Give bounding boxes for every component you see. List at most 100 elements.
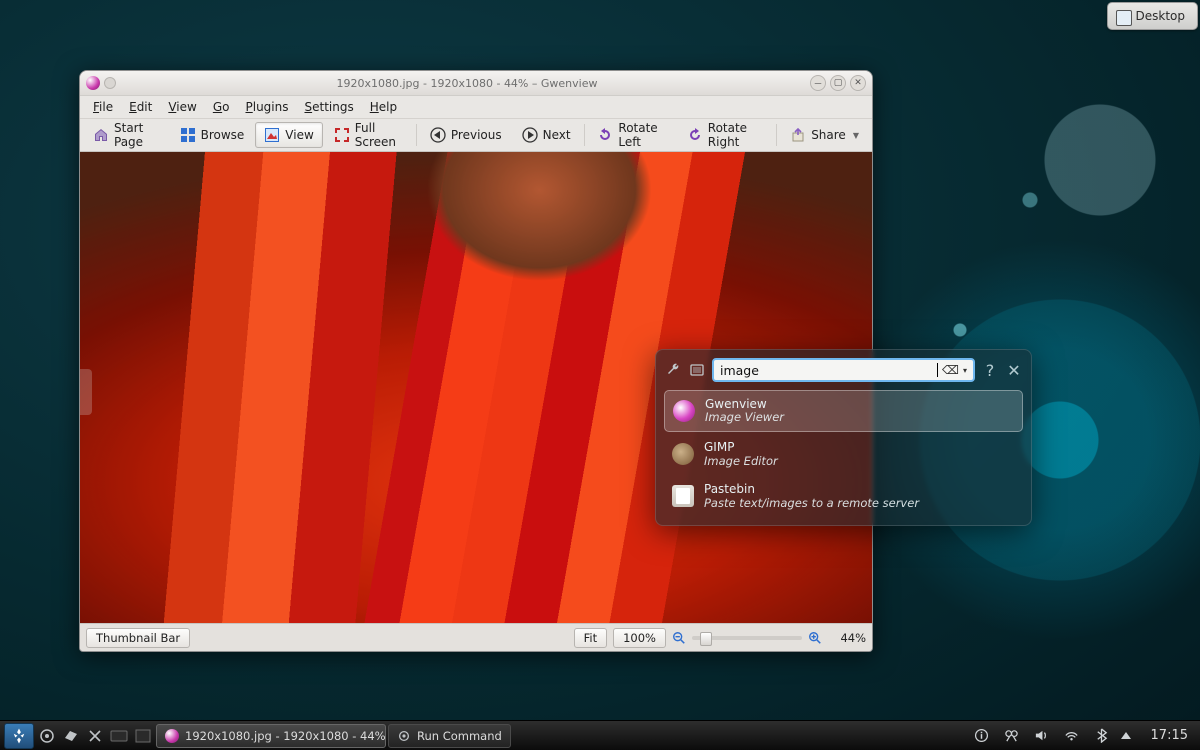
thumbnail-bar-label: Thumbnail Bar xyxy=(96,631,180,645)
krunner-results: Gwenview Image Viewer GIMP Image Editor … xyxy=(664,390,1023,517)
view-button[interactable]: View xyxy=(255,122,322,148)
image-icon xyxy=(264,127,280,143)
menu-bar: File Edit View Go Plugins Settings Help xyxy=(80,96,872,119)
krunner-result-gimp[interactable]: GIMP Image Editor xyxy=(664,434,1023,474)
maximize-button[interactable]: ▢ xyxy=(830,75,846,91)
rotate-left-icon xyxy=(597,127,613,143)
task-gwenview[interactable]: 1920x1080.jpg - 1920x1080 - 44% – G... xyxy=(156,724,386,748)
start-page-label: Start Page xyxy=(114,121,160,149)
task-run-command[interactable]: Run Command xyxy=(388,724,511,748)
result-name: GIMP xyxy=(704,440,778,454)
kde-logo-icon xyxy=(10,727,28,745)
network-icon[interactable] xyxy=(1061,725,1083,747)
menu-go[interactable]: Go xyxy=(206,98,237,116)
previous-label: Previous xyxy=(451,128,502,142)
minimize-button[interactable]: － xyxy=(810,75,826,91)
zoom-in-icon[interactable] xyxy=(808,631,822,645)
next-label: Next xyxy=(543,128,571,142)
desktop-toolbox-button[interactable]: Desktop xyxy=(1107,2,1199,30)
share-label: Share xyxy=(811,128,846,142)
hundred-percent-button[interactable]: 100% xyxy=(613,628,666,648)
previous-icon xyxy=(430,127,446,143)
rotate-right-button[interactable]: Rotate Right xyxy=(678,122,773,148)
fullscreen-button[interactable]: Full Screen xyxy=(325,122,412,148)
pastebin-icon xyxy=(672,485,694,507)
menu-edit[interactable]: Edit xyxy=(122,98,159,116)
krunner-query-text: image xyxy=(720,363,936,378)
gimp-icon xyxy=(672,443,694,465)
taskbar: 1920x1080.jpg - 1920x1080 - 44% – G... R… xyxy=(0,720,1200,750)
rotate-right-label: Rotate Right xyxy=(708,121,764,149)
result-name: Gwenview xyxy=(705,397,784,411)
rotate-left-label: Rotate Left xyxy=(618,121,666,149)
zoom-slider[interactable] xyxy=(692,636,802,640)
krunner-dialog: image ⌫ ▾ ? ✕ Gwenview Image Viewer GIMP… xyxy=(655,349,1032,526)
krunner-result-gwenview[interactable]: Gwenview Image Viewer xyxy=(664,390,1023,432)
share-icon xyxy=(790,127,806,143)
bluetooth-icon[interactable] xyxy=(1091,725,1113,747)
system-tray xyxy=(965,725,1141,747)
tools-icon[interactable] xyxy=(84,725,106,747)
result-desc: Image Editor xyxy=(704,455,778,469)
info-icon[interactable] xyxy=(971,725,993,747)
clear-icon[interactable]: ⌫ xyxy=(942,363,959,377)
toolbar-separator xyxy=(416,124,417,146)
toolbar-separator xyxy=(776,124,777,146)
next-button[interactable]: Next xyxy=(513,122,580,148)
view-label: View xyxy=(285,128,313,142)
clock[interactable]: 17:15 xyxy=(1143,728,1196,743)
fit-label: Fit xyxy=(584,631,597,645)
menu-help[interactable]: Help xyxy=(363,98,404,116)
browse-button[interactable]: Browse xyxy=(171,122,254,148)
zoom-out-icon[interactable] xyxy=(672,631,686,645)
rotate-left-button[interactable]: Rotate Left xyxy=(588,122,675,148)
chevron-down-icon: ▼ xyxy=(853,131,859,140)
task-label: Run Command xyxy=(417,729,502,743)
status-bar: Thumbnail Bar Fit 100% 44% xyxy=(80,623,872,651)
home-icon xyxy=(93,127,109,143)
task-label: 1920x1080.jpg - 1920x1080 - 44% – G... xyxy=(185,729,386,743)
text-caret xyxy=(937,363,938,377)
fullscreen-label: Full Screen xyxy=(355,121,403,149)
klipper-icon[interactable] xyxy=(1001,725,1023,747)
fit-button[interactable]: Fit xyxy=(574,628,607,648)
desktop-toolbox-label: Desktop xyxy=(1136,9,1186,23)
close-button[interactable]: ✕ xyxy=(850,75,866,91)
close-icon[interactable]: ✕ xyxy=(1005,361,1023,379)
app-icon xyxy=(86,76,100,90)
next-icon xyxy=(522,127,538,143)
kickoff-menu-button[interactable] xyxy=(4,723,34,749)
activities-icon[interactable] xyxy=(36,725,58,747)
krunner-result-pastebin[interactable]: Pastebin Paste text/images to a remote s… xyxy=(664,476,1023,516)
help-icon[interactable]: ? xyxy=(981,361,999,379)
titlebar[interactable]: 1920x1080.jpg - 1920x1080 - 44% – Gwenvi… xyxy=(80,71,872,96)
menu-plugins[interactable]: Plugins xyxy=(238,98,295,116)
result-desc: Paste text/images to a remote server xyxy=(704,497,919,511)
toolbar-separator xyxy=(584,124,585,146)
show-desktop-icon[interactable] xyxy=(132,725,154,747)
activity-icon[interactable] xyxy=(688,361,706,379)
fullscreen-icon xyxy=(334,127,350,143)
share-button[interactable]: Share ▼ xyxy=(781,122,868,148)
krunner-input[interactable]: image ⌫ ▾ xyxy=(712,358,975,382)
window-pin-button[interactable] xyxy=(104,77,116,89)
notifier-icon[interactable] xyxy=(60,725,82,747)
volume-icon[interactable] xyxy=(1031,725,1053,747)
gear-icon xyxy=(397,729,411,743)
menu-file[interactable]: File xyxy=(86,98,120,116)
pager-icon[interactable] xyxy=(108,725,130,747)
start-page-button[interactable]: Start Page xyxy=(84,122,169,148)
thumbnail-bar-button[interactable]: Thumbnail Bar xyxy=(86,628,190,648)
gwenview-icon xyxy=(165,729,179,743)
chevron-down-icon[interactable]: ▾ xyxy=(963,366,967,375)
expand-tray-icon[interactable] xyxy=(1121,732,1131,739)
zoom-value: 44% xyxy=(828,631,866,645)
toolbar: Start Page Browse View Full Screen Previ… xyxy=(80,119,872,152)
wrench-icon[interactable] xyxy=(664,361,682,379)
result-name: Pastebin xyxy=(704,482,919,496)
menu-settings[interactable]: Settings xyxy=(297,98,360,116)
sidebar-handle[interactable] xyxy=(80,369,92,415)
desktop-wallpaper: Desktop 1920x1080.jpg - 1920x1080 - 44% … xyxy=(0,0,1200,750)
menu-view[interactable]: View xyxy=(161,98,203,116)
previous-button[interactable]: Previous xyxy=(421,122,511,148)
